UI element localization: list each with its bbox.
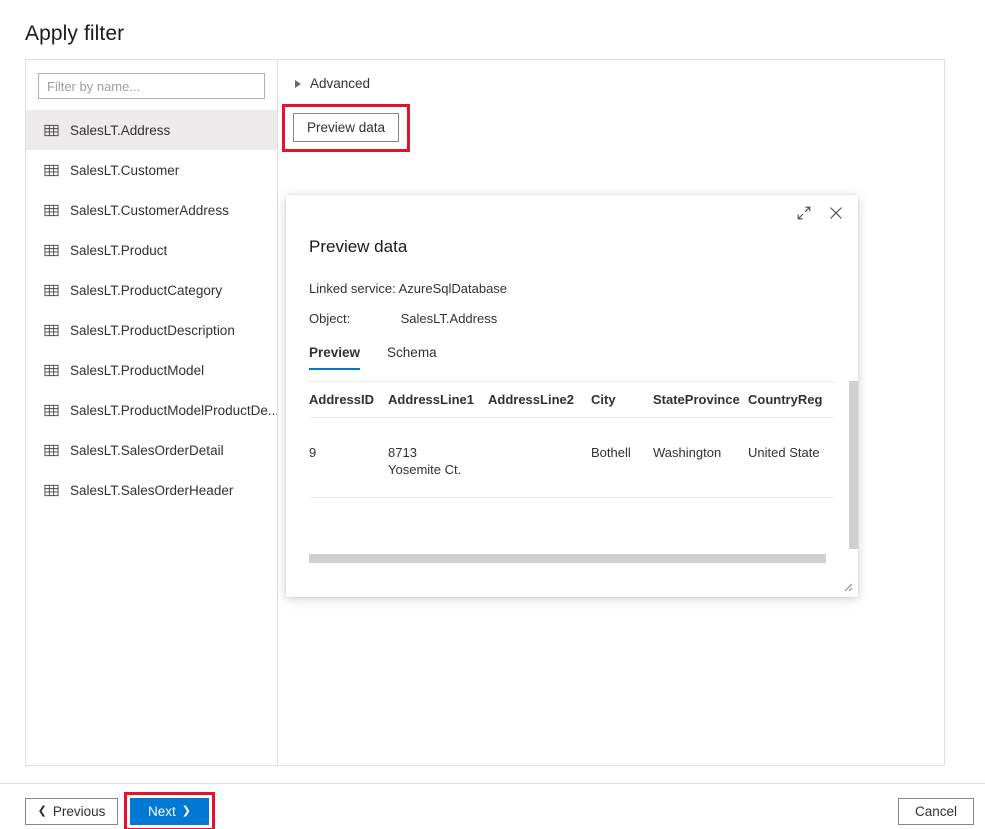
grid-column-header: AddressLine1 bbox=[388, 391, 488, 408]
table-icon bbox=[44, 323, 59, 338]
grid-body: 98713 Yosemite Ct. BothellWashingtonUnite… bbox=[309, 418, 835, 498]
table-list: SalesLT.Address SalesLT.Customer SalesLT.C… bbox=[26, 110, 277, 510]
table-list-item[interactable]: SalesLT.SalesOrderHeader bbox=[26, 470, 277, 510]
content-panel: Advanced Preview data bbox=[278, 60, 944, 765]
dialog-window-controls bbox=[796, 205, 844, 221]
previous-label: Previous bbox=[53, 804, 106, 819]
preview-grid: AddressIDAddressLine1AddressLine2CitySta… bbox=[309, 381, 835, 549]
table-icon bbox=[44, 243, 59, 258]
linked-service-label: Linked service: bbox=[309, 281, 396, 296]
table-icon bbox=[44, 203, 59, 218]
resize-handle-icon[interactable] bbox=[841, 580, 853, 592]
dialog-tab[interactable]: Preview bbox=[309, 345, 360, 370]
grid-cell: United State bbox=[748, 444, 835, 461]
preview-data-annotation-box: Preview data bbox=[282, 104, 410, 152]
table-icon bbox=[44, 123, 59, 138]
table-list-item[interactable]: SalesLT.Address bbox=[26, 110, 277, 150]
filter-input-wrap bbox=[26, 60, 277, 110]
grid-cell: Washington bbox=[653, 444, 748, 461]
grid-column-header: AddressLine2 bbox=[488, 391, 591, 408]
table-list-item[interactable]: SalesLT.Customer bbox=[26, 150, 277, 190]
table-list-item-label: SalesLT.Address bbox=[70, 123, 170, 138]
grid-column-header: AddressID bbox=[309, 391, 388, 408]
preview-data-button[interactable]: Preview data bbox=[293, 113, 399, 142]
grid-horizontal-scrollbar[interactable] bbox=[309, 554, 826, 563]
table-list-item[interactable]: SalesLT.SalesOrderDetail bbox=[26, 430, 277, 470]
table-list-item-label: SalesLT.ProductModelProductDe... bbox=[70, 403, 277, 418]
next-annotation-box: Next ❯ bbox=[124, 792, 215, 829]
table-list-item-label: SalesLT.SalesOrderDetail bbox=[70, 443, 224, 458]
table-list-item-label: SalesLT.CustomerAddress bbox=[70, 203, 229, 218]
chevron-left-icon: ❮ bbox=[38, 806, 47, 817]
table-list-item[interactable]: SalesLT.ProductCategory bbox=[26, 270, 277, 310]
next-button[interactable]: Next ❯ bbox=[130, 798, 209, 825]
close-icon[interactable] bbox=[828, 205, 844, 221]
object-row: Object: SalesLT.Address bbox=[309, 311, 497, 326]
advanced-toggle[interactable]: Advanced bbox=[295, 76, 370, 91]
grid-header-row: AddressIDAddressLine1AddressLine2CitySta… bbox=[309, 382, 835, 418]
next-label: Next bbox=[148, 804, 176, 819]
linked-service-row: Linked service: AzureSqlDatabase bbox=[309, 281, 507, 296]
dialog-title: Preview data bbox=[309, 237, 407, 257]
linked-service-value: AzureSqlDatabase bbox=[399, 281, 507, 296]
preview-data-dialog: Preview data Linked service: AzureSqlDat… bbox=[286, 195, 858, 597]
table-icon bbox=[44, 403, 59, 418]
advanced-label: Advanced bbox=[310, 76, 370, 91]
cancel-button[interactable]: Cancel bbox=[898, 798, 974, 825]
grid-cell: 8713 Yosemite Ct. bbox=[388, 444, 488, 478]
table-icon bbox=[44, 163, 59, 178]
dialog-tabs: Preview Schema bbox=[309, 345, 437, 370]
grid-column-header: City bbox=[591, 391, 653, 408]
filter-by-name-input[interactable] bbox=[38, 73, 265, 99]
grid-column-header: CountryReg bbox=[748, 391, 835, 408]
table-list-panel: SalesLT.Address SalesLT.Customer SalesLT.C… bbox=[26, 60, 278, 765]
table-icon bbox=[44, 283, 59, 298]
table-icon bbox=[44, 443, 59, 458]
table-list-item[interactable]: SalesLT.Product bbox=[26, 230, 277, 270]
table-icon bbox=[44, 483, 59, 498]
table-list-item[interactable]: SalesLT.ProductDescription bbox=[26, 310, 277, 350]
page-title: Apply filter bbox=[25, 22, 124, 46]
expand-icon[interactable] bbox=[796, 205, 812, 221]
table-list-item-label: SalesLT.ProductCategory bbox=[70, 283, 222, 298]
filter-panel: SalesLT.Address SalesLT.Customer SalesLT.C… bbox=[25, 59, 945, 766]
table-list-item-label: SalesLT.ProductModel bbox=[70, 363, 204, 378]
dialog-tab[interactable]: Schema bbox=[387, 345, 437, 370]
table-list-item-label: SalesLT.SalesOrderHeader bbox=[70, 483, 233, 498]
table-list-item[interactable]: SalesLT.ProductModel bbox=[26, 350, 277, 390]
table-icon bbox=[44, 363, 59, 378]
grid-column-header: StateProvince bbox=[653, 391, 748, 408]
table-list-item-label: SalesLT.Customer bbox=[70, 163, 179, 178]
table-list-item-label: SalesLT.ProductDescription bbox=[70, 323, 235, 338]
chevron-right-icon: ❯ bbox=[182, 806, 191, 817]
object-label: Object: bbox=[309, 311, 397, 326]
grid-vertical-scrollbar[interactable] bbox=[849, 381, 858, 549]
table-list-item-label: SalesLT.Product bbox=[70, 243, 167, 258]
apply-filter-screen: Apply filter SalesLT.Address SalesLT.Cust… bbox=[0, 0, 985, 829]
grid-cell: Bothell bbox=[591, 444, 653, 461]
grid-horizontal-scrollbar-thumb[interactable] bbox=[309, 554, 826, 563]
footer-divider bbox=[0, 783, 985, 784]
grid-cell: 9 bbox=[309, 444, 388, 461]
object-value: SalesLT.Address bbox=[401, 311, 498, 326]
chevron-right-icon bbox=[295, 80, 301, 88]
table-list-item[interactable]: SalesLT.CustomerAddress bbox=[26, 190, 277, 230]
table-list-item[interactable]: SalesLT.ProductModelProductDe... bbox=[26, 390, 277, 430]
grid-row[interactable]: 98713 Yosemite Ct. BothellWashingtonUnite… bbox=[309, 418, 835, 498]
previous-button[interactable]: ❮ Previous bbox=[25, 798, 118, 825]
